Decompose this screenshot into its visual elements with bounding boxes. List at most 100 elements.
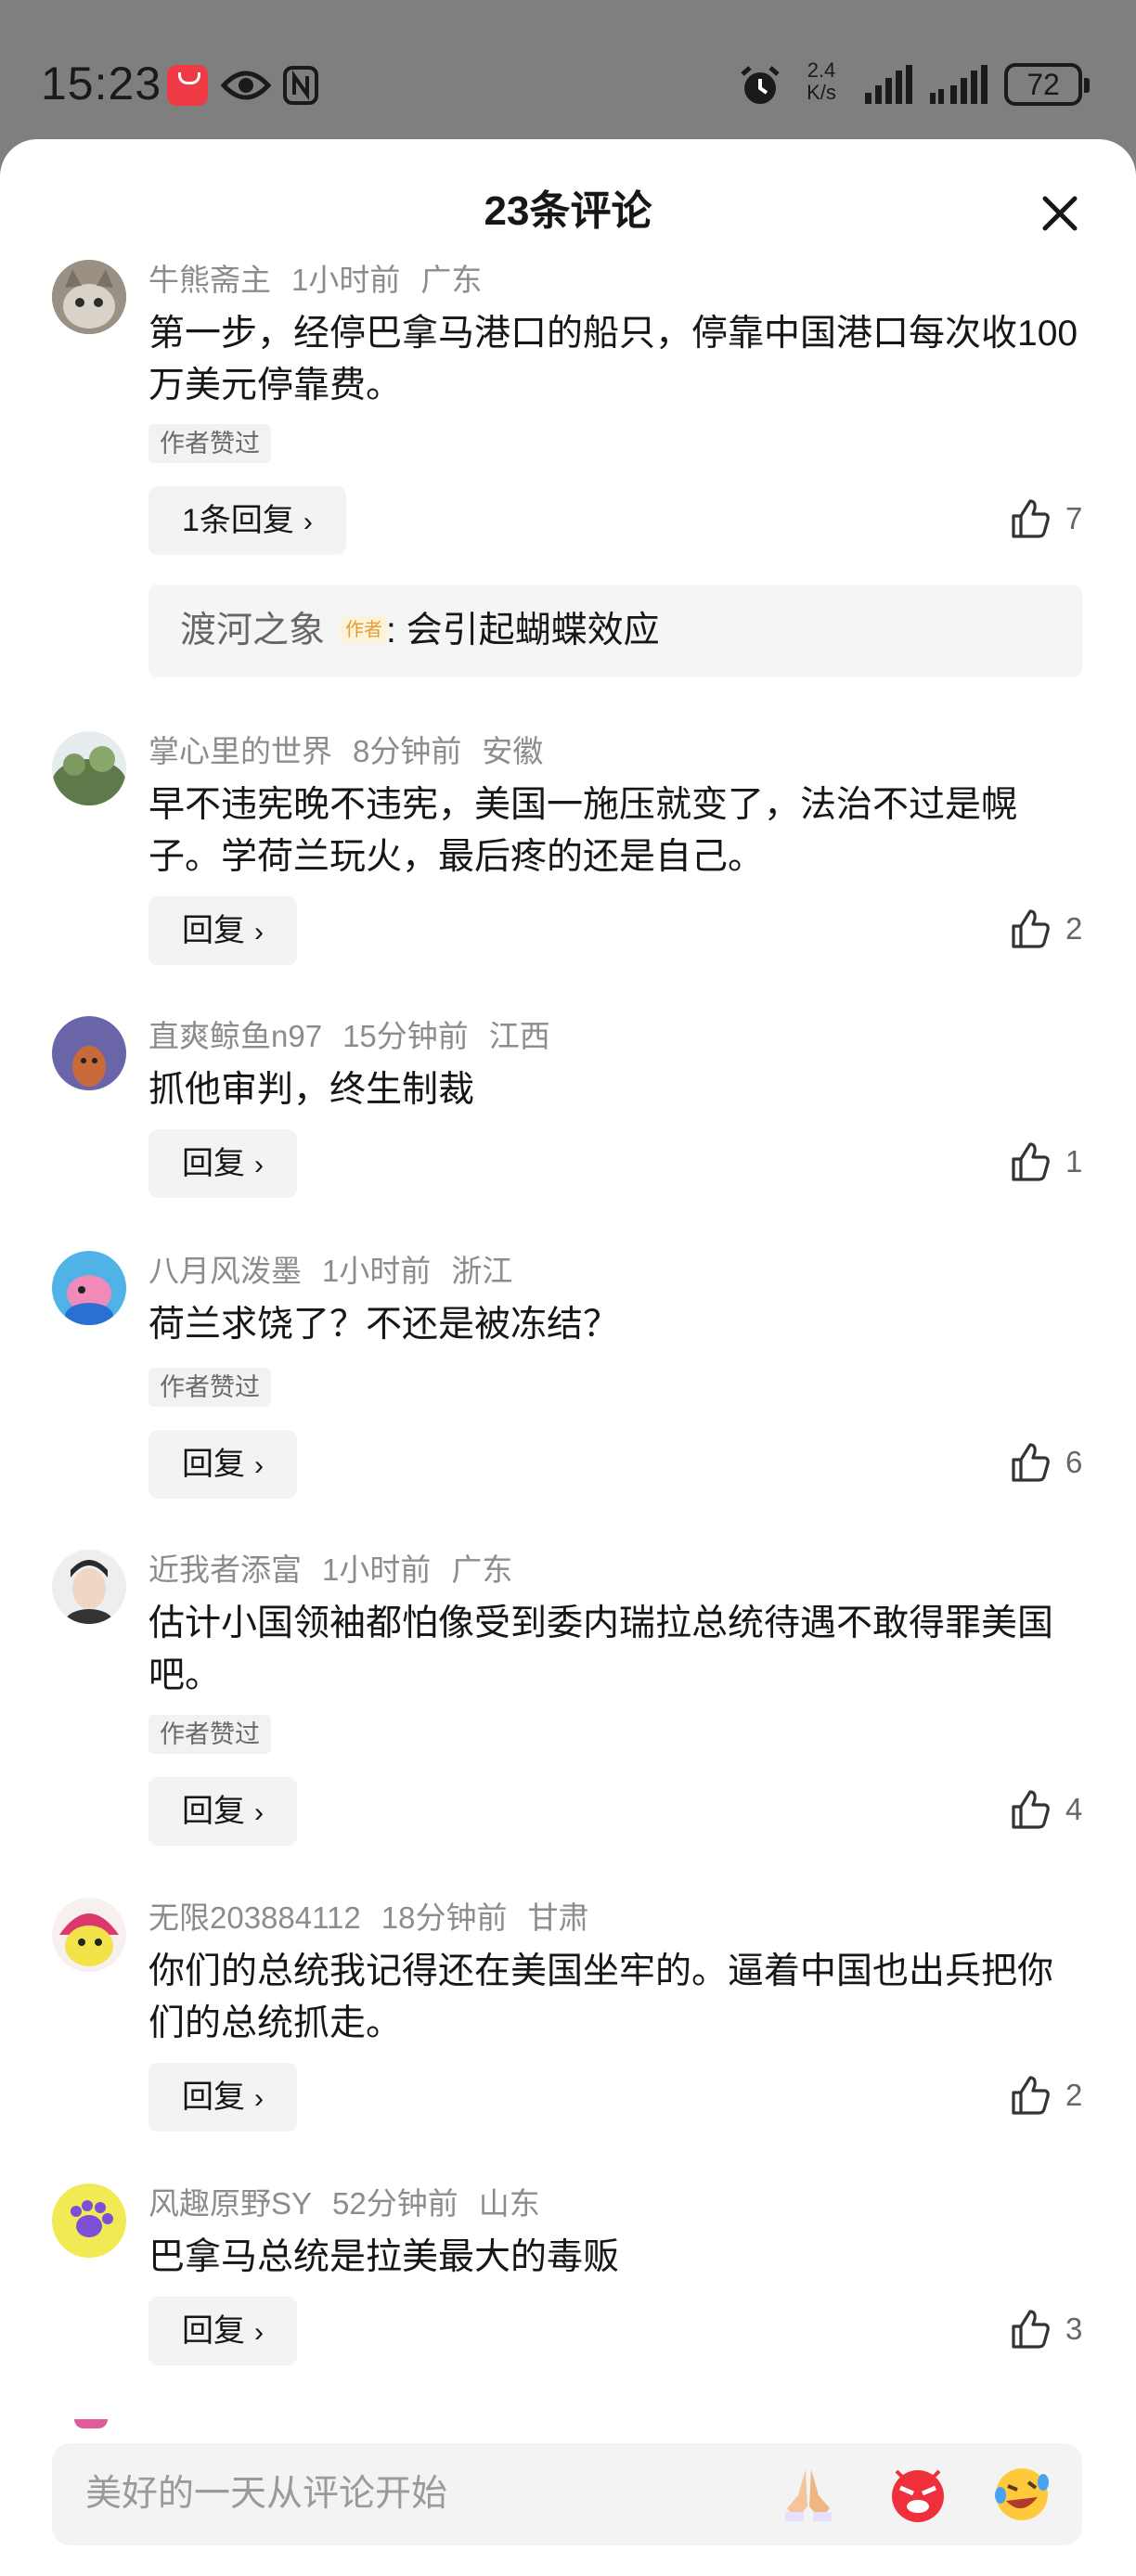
avatar[interactable] xyxy=(52,1016,126,1090)
like-count: 4 xyxy=(1065,1792,1083,1826)
reply-button[interactable]: 回复 › xyxy=(148,2297,297,2365)
like-count: 1 xyxy=(1065,1144,1083,1179)
comment-text[interactable]: 第一步，经停巴拿马港口的船只，停靠中国港口每次收100万美元停靠费。 xyxy=(148,308,1086,412)
author-liked-badge: 作者赞过 xyxy=(148,1368,271,1407)
avatar[interactable] xyxy=(52,1251,126,1325)
avatar[interactable] xyxy=(52,731,126,805)
chevron-right-icon: › xyxy=(254,1797,264,1828)
battery-icon: 72 xyxy=(1004,63,1090,106)
author-liked-badge: 作者赞过 xyxy=(148,1715,271,1754)
net-speed: 2.4 K/s xyxy=(798,59,845,104)
comment-region: 广东 xyxy=(451,1552,513,1587)
thumbs-up-icon xyxy=(1012,499,1050,538)
comment-text[interactable]: 估计小国领袖都怕像受到委内瑞拉总统待遇不敢得罪美国吧。 xyxy=(148,1598,1086,1702)
chevron-right-icon: › xyxy=(254,917,264,947)
chevron-right-icon: › xyxy=(254,1450,264,1481)
username[interactable]: 直爽鲸鱼n97 xyxy=(148,1019,322,1053)
nfc-icon xyxy=(282,65,319,110)
reply-label: 回复 xyxy=(182,913,245,948)
comment-input[interactable]: 美好的一天从评论开始 xyxy=(85,2473,447,2516)
view-replies-button[interactable]: 1条回复 › xyxy=(148,486,346,555)
thumbs-up-icon xyxy=(1012,1142,1050,1181)
comment-text[interactable]: 巴拿马总统是拉美最大的毒贩 xyxy=(148,2232,1086,2284)
comment-text[interactable]: 你们的总统我记得还在美国坐牢的。逼着中国也出兵把你们的总统抓走。 xyxy=(148,1946,1086,2050)
chevron-right-icon: › xyxy=(254,2083,264,2114)
avatar xyxy=(74,2419,108,2428)
comment-sheet: 23条评论 牛熊斋主 1小时前 广东 第一步，经停巴拿马港口的船只，停靠中国港口每次… xyxy=(0,139,1136,2576)
username[interactable]: 八月风泼墨 xyxy=(148,1254,302,1288)
status-bar: 15:23 2.4 K/s 72 xyxy=(0,0,1136,139)
comment-time: 1小时前 xyxy=(291,263,401,297)
comment-count-title: 23条评论 xyxy=(484,188,652,234)
laughing-tears-emoji-icon[interactable] xyxy=(991,2464,1052,2525)
thumbs-up-icon xyxy=(1012,2310,1050,2349)
reply-label: 1条回复 xyxy=(182,503,294,538)
avatar[interactable] xyxy=(52,2183,126,2258)
like-count: 7 xyxy=(1065,501,1083,535)
like-count: 2 xyxy=(1065,2078,1083,2112)
sub-reply-text: : 会引起蝴蝶效应 xyxy=(386,611,660,650)
like-count: 3 xyxy=(1065,2312,1083,2346)
reply-button[interactable]: 回复 › xyxy=(148,896,297,965)
net-speed-value: 2.4 xyxy=(807,58,836,82)
comment-meta: 风趣原野SY 52分钟前 山东 xyxy=(148,2185,561,2222)
comment-region: 山东 xyxy=(478,2186,540,2221)
comment-region: 广东 xyxy=(420,263,483,297)
comment-text[interactable]: 荷兰求饶了？不还是被冻结？ xyxy=(148,1299,1086,1351)
reply-button[interactable]: 回复 › xyxy=(148,1777,297,1846)
comment-time: 52分钟前 xyxy=(332,2186,458,2221)
comment-time: 18分钟前 xyxy=(381,1900,508,1935)
reply-button[interactable]: 回复 › xyxy=(148,1430,297,1499)
angry-face-emoji-icon[interactable] xyxy=(887,2464,949,2525)
net-speed-unit: K/s xyxy=(807,81,836,104)
comment-region: 甘肃 xyxy=(527,1900,589,1935)
reply-label: 回复 xyxy=(182,1794,245,1829)
comment-meta: 八月风泼墨 1小时前 浙江 xyxy=(148,1253,533,1290)
reply-label: 回复 xyxy=(182,1447,245,1482)
huawei-app-icon xyxy=(167,65,208,106)
avatar[interactable] xyxy=(52,1550,126,1624)
close-icon[interactable] xyxy=(1038,191,1082,236)
comment-time: 15分钟前 xyxy=(342,1019,469,1053)
comment-time: 8分钟前 xyxy=(353,734,462,768)
reply-label: 回复 xyxy=(182,2313,245,2349)
comment-time: 1小时前 xyxy=(322,1254,432,1288)
avatar[interactable] xyxy=(52,260,126,334)
comment-input-bar[interactable]: 美好的一天从评论开始 xyxy=(52,2443,1082,2545)
thumbs-up-icon xyxy=(1012,909,1050,948)
comment-meta: 无限203884112 18分钟前 甘肃 xyxy=(148,1900,609,1937)
avatar[interactable] xyxy=(52,1898,126,1972)
username[interactable]: 风趣原野SY xyxy=(148,2186,312,2221)
alarm-icon xyxy=(739,65,781,112)
like-count: 6 xyxy=(1065,1445,1083,1479)
author-liked-badge: 作者赞过 xyxy=(148,424,271,463)
sub-reply[interactable]: 渡河之象 作者 : 会引起蝴蝶效应 xyxy=(148,585,1082,677)
status-time: 15:23 xyxy=(41,58,162,109)
eye-icon xyxy=(220,67,272,109)
reply-button[interactable]: 回复 › xyxy=(148,1129,297,1198)
comment-region: 安徽 xyxy=(482,734,544,768)
close-button[interactable] xyxy=(1038,191,1082,236)
comment-meta: 近我者添富 1小时前 广东 xyxy=(148,1552,533,1589)
folded-hands-emoji-icon[interactable] xyxy=(778,2464,839,2525)
comment-text[interactable]: 抓他审判，终生制裁 xyxy=(148,1064,1086,1116)
chevron-right-icon: › xyxy=(254,1150,264,1180)
reply-button[interactable]: 回复 › xyxy=(148,2063,297,2132)
thumbs-up-icon xyxy=(1012,1443,1050,1482)
username[interactable]: 近我者添富 xyxy=(148,1552,302,1587)
username[interactable]: 牛熊斋主 xyxy=(148,263,271,297)
comment-text[interactable]: 早不违宪晚不违宪，美国一施压就变了，法治不过是幌子。学荷兰玩火，最后疼的还是自己… xyxy=(148,779,1086,883)
comment-region: 浙江 xyxy=(451,1254,513,1288)
comment-meta: 直爽鲸鱼n97 15分钟前 江西 xyxy=(148,1018,571,1055)
thumbs-up-icon xyxy=(1012,2076,1050,2115)
battery-level: 72 xyxy=(1026,68,1060,101)
username[interactable]: 无限203884112 xyxy=(148,1900,361,1935)
username[interactable]: 掌心里的世界 xyxy=(148,734,332,768)
signal-icon xyxy=(863,65,915,110)
reply-label: 回复 xyxy=(182,2080,245,2115)
sub-reply-username[interactable]: 渡河之象 xyxy=(180,609,325,653)
like-count: 2 xyxy=(1065,911,1083,946)
chevron-right-icon: › xyxy=(254,2317,264,2348)
author-tag: 作者 xyxy=(340,616,388,644)
comment-region: 江西 xyxy=(488,1019,550,1053)
